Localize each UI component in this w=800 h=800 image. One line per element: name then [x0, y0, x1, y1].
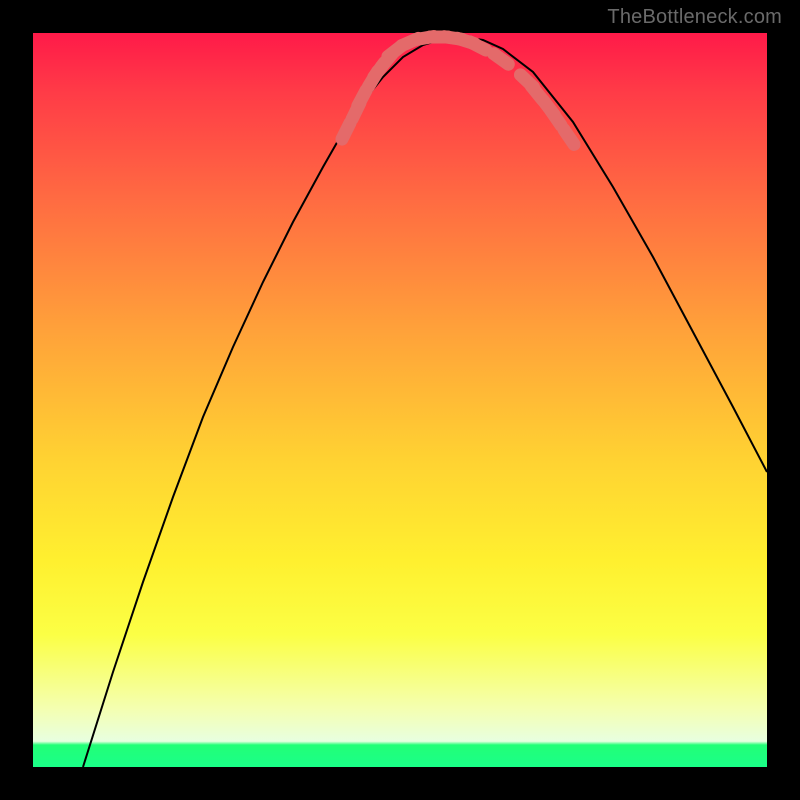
curve-marker: [358, 90, 366, 106]
curve-marker: [494, 54, 509, 64]
chart-plot-area: [33, 33, 767, 767]
attribution-text: TheBottleneck.com: [607, 6, 782, 29]
curve-marker: [470, 42, 486, 50]
curve-marker: [564, 130, 574, 145]
chart-frame: TheBottleneck.com: [0, 0, 800, 800]
curve-marker: [551, 111, 561, 126]
curve-path: [83, 37, 767, 767]
bottleneck-curve: [33, 33, 767, 767]
curve-markers: [342, 36, 574, 144]
curve-marker: [342, 123, 350, 139]
